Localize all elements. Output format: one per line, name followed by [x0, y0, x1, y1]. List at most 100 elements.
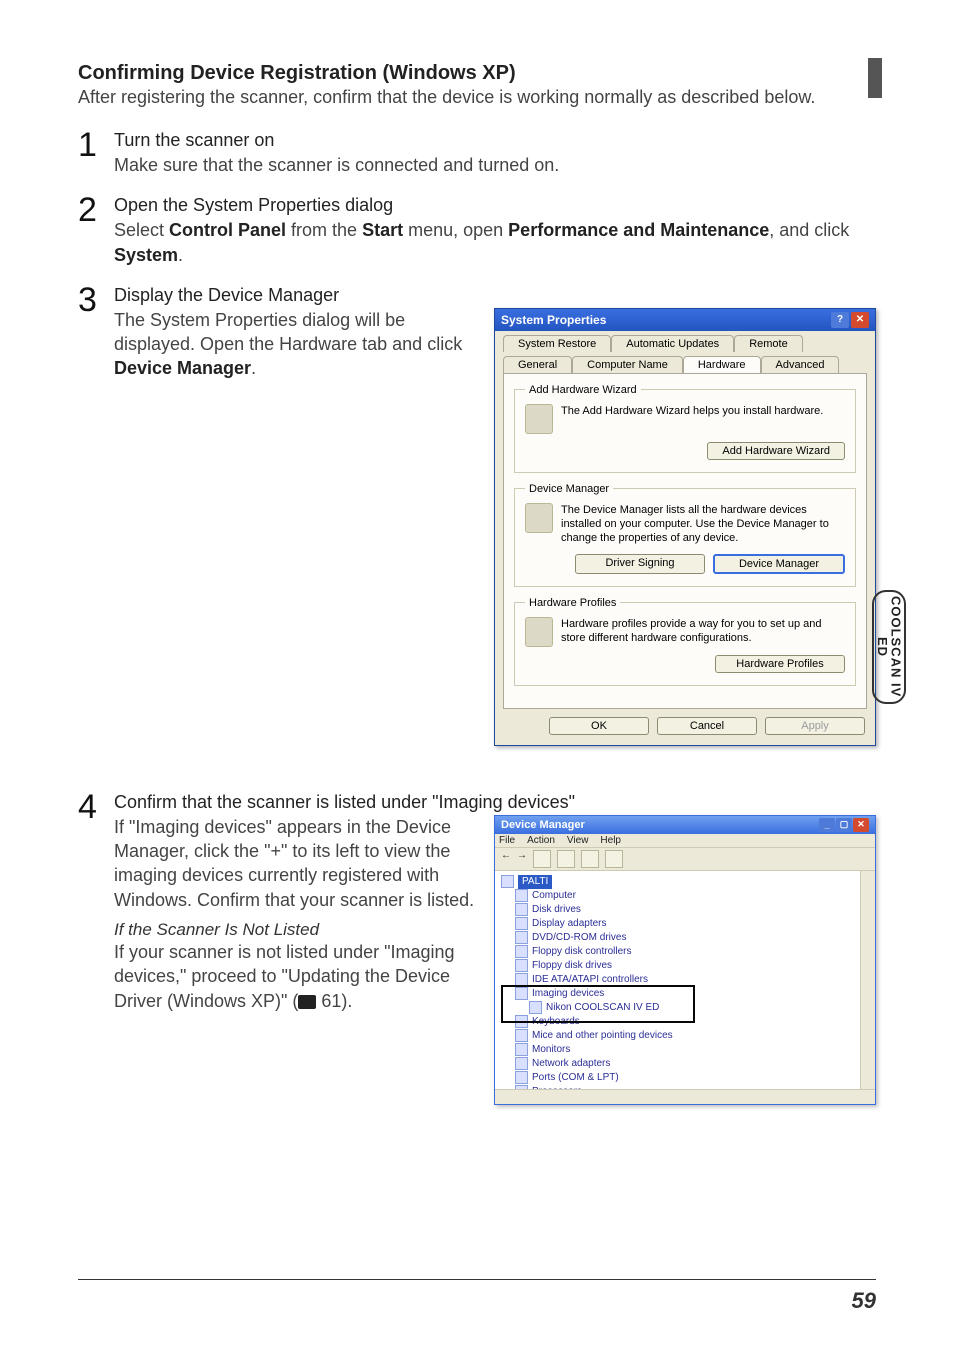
tab-automatic-updates[interactable]: Automatic Updates [611, 335, 734, 352]
close-button[interactable]: ✕ [853, 818, 869, 832]
forward-icon[interactable]: → [517, 850, 527, 868]
help-button[interactable]: ? [831, 312, 849, 328]
side-tab: COOLSCAN IV ED [872, 590, 906, 704]
legend: Hardware Profiles [525, 597, 620, 609]
step-4-text: If "Imaging devices" appears in the Devi… [114, 815, 476, 912]
device-tree[interactable]: PALTI Computer Disk drives Display adapt… [495, 871, 875, 1089]
apply-button[interactable]: Apply [765, 717, 865, 735]
device-manager-button[interactable]: Device Manager [713, 554, 845, 574]
tree-node[interactable]: Mice and other pointing devices [532, 1029, 673, 1043]
step-4: 4 Confirm that the scanner is listed und… [78, 790, 876, 1105]
desc: The Device Manager lists all the hardwar… [561, 503, 845, 546]
statusbar [495, 1089, 875, 1104]
step-3-title: Display the Device Manager [114, 285, 876, 306]
t: . [251, 358, 256, 378]
close-button[interactable]: ✕ [851, 312, 869, 328]
step-number: 4 [78, 790, 114, 824]
tab-computer-name[interactable]: Computer Name [572, 356, 683, 373]
tree-node[interactable]: Display adapters [532, 917, 606, 931]
tab-advanced[interactable]: Advanced [761, 356, 840, 373]
window-titlebar[interactable]: Device Manager _ ▢ ✕ [495, 816, 875, 834]
step-1: 1 Turn the scanner on Make sure that the… [78, 128, 876, 177]
tree-node[interactable]: Disk drives [532, 903, 581, 917]
step-2-text: Select Control Panel from the Start menu… [114, 218, 876, 267]
device-icon [515, 945, 528, 958]
tab-general[interactable]: General [503, 356, 572, 373]
t: . [178, 245, 183, 265]
tree-node[interactable]: Floppy disk drives [532, 959, 612, 973]
group-device-manager: Device Manager The Device Manager lists … [514, 483, 856, 587]
tree-root[interactable]: PALTI [518, 875, 552, 889]
toolbar-icon[interactable] [581, 850, 599, 868]
bold: System [114, 245, 178, 265]
page-reference-icon [298, 995, 316, 1009]
minimize-button[interactable]: _ [819, 818, 835, 832]
device-icon [515, 1057, 528, 1070]
toolbar-icon[interactable] [557, 850, 575, 868]
t: If your scanner is not listed under "Ima… [114, 942, 455, 1011]
device-manager-window: Device Manager _ ▢ ✕ File Action View He [494, 815, 876, 1105]
t: , and click [769, 220, 849, 240]
menu-file[interactable]: File [499, 835, 515, 846]
device-icon [515, 889, 528, 902]
cancel-button[interactable]: Cancel [657, 717, 757, 735]
device-icon [515, 1071, 528, 1084]
side-tab-label: COOLSCAN IV ED [875, 592, 902, 702]
step-number: 3 [78, 283, 114, 317]
tree-node[interactable]: Network adapters [532, 1057, 610, 1071]
edge-tab-marker [868, 58, 882, 98]
tree-node[interactable]: Computer [532, 889, 576, 903]
add-hardware-wizard-button[interactable]: Add Hardware Wizard [707, 442, 845, 460]
group-hardware-profiles: Hardware Profiles Hardware profiles prov… [514, 597, 856, 686]
back-icon[interactable]: ← [501, 850, 511, 868]
hardware-wizard-icon [525, 404, 553, 434]
driver-signing-button[interactable]: Driver Signing [575, 554, 705, 574]
step-3: 3 Display the Device Manager The System … [78, 283, 876, 746]
step-number: 1 [78, 128, 114, 162]
step-2: 2 Open the System Properties dialog Sele… [78, 193, 876, 267]
bold: Start [362, 220, 403, 240]
scrollbar[interactable] [860, 871, 875, 1089]
tree-node[interactable]: Floppy disk controllers [532, 945, 631, 959]
ok-button[interactable]: OK [549, 717, 649, 735]
menu-bar: File Action View Help [495, 834, 875, 848]
highlight-frame [501, 985, 695, 1023]
page-number: 59 [852, 1288, 876, 1314]
tab-remote[interactable]: Remote [734, 335, 803, 352]
dialog-titlebar[interactable]: System Properties ? ✕ [495, 309, 875, 331]
tree-node[interactable]: DVD/CD-ROM drives [532, 931, 626, 945]
menu-help[interactable]: Help [600, 835, 621, 846]
toolbar: ← → [495, 848, 875, 871]
section-heading: Confirming Device Registration (Windows … [78, 62, 876, 85]
desc: Hardware profiles provide a way for you … [561, 617, 845, 646]
device-icon [515, 931, 528, 944]
system-properties-dialog: System Properties ? ✕ System Restore Aut… [494, 308, 876, 746]
toolbar-icon[interactable] [605, 850, 623, 868]
maximize-button[interactable]: ▢ [836, 818, 852, 832]
step-1-title: Turn the scanner on [114, 130, 876, 151]
bold: Performance and Maintenance [508, 220, 769, 240]
menu-view[interactable]: View [567, 835, 589, 846]
toolbar-icon[interactable] [533, 850, 551, 868]
tree-node[interactable]: Monitors [532, 1043, 570, 1057]
footer-rule [78, 1279, 876, 1280]
computer-icon [501, 875, 514, 888]
hardware-profiles-button[interactable]: Hardware Profiles [715, 655, 845, 673]
menu-action[interactable]: Action [527, 835, 555, 846]
legend: Device Manager [525, 483, 613, 495]
tree-node[interactable]: Processors [532, 1085, 582, 1089]
intro-text: After registering the scanner, confirm t… [78, 87, 876, 108]
step-1-text: Make sure that the scanner is connected … [114, 153, 876, 177]
t: Select [114, 220, 169, 240]
group-add-hardware: Add Hardware Wizard The Add Hardware Wiz… [514, 384, 856, 473]
device-icon [515, 903, 528, 916]
tab-system-restore[interactable]: System Restore [503, 335, 611, 352]
t: from the [286, 220, 362, 240]
device-icon [515, 1043, 528, 1056]
tab-hardware[interactable]: Hardware [683, 356, 761, 373]
t: 61). [316, 991, 352, 1011]
dialog-body: Add Hardware Wizard The Add Hardware Wiz… [503, 373, 867, 709]
window-title: Device Manager [501, 819, 585, 831]
tree-node[interactable]: Ports (COM & LPT) [532, 1071, 619, 1085]
bold: Device Manager [114, 358, 251, 378]
